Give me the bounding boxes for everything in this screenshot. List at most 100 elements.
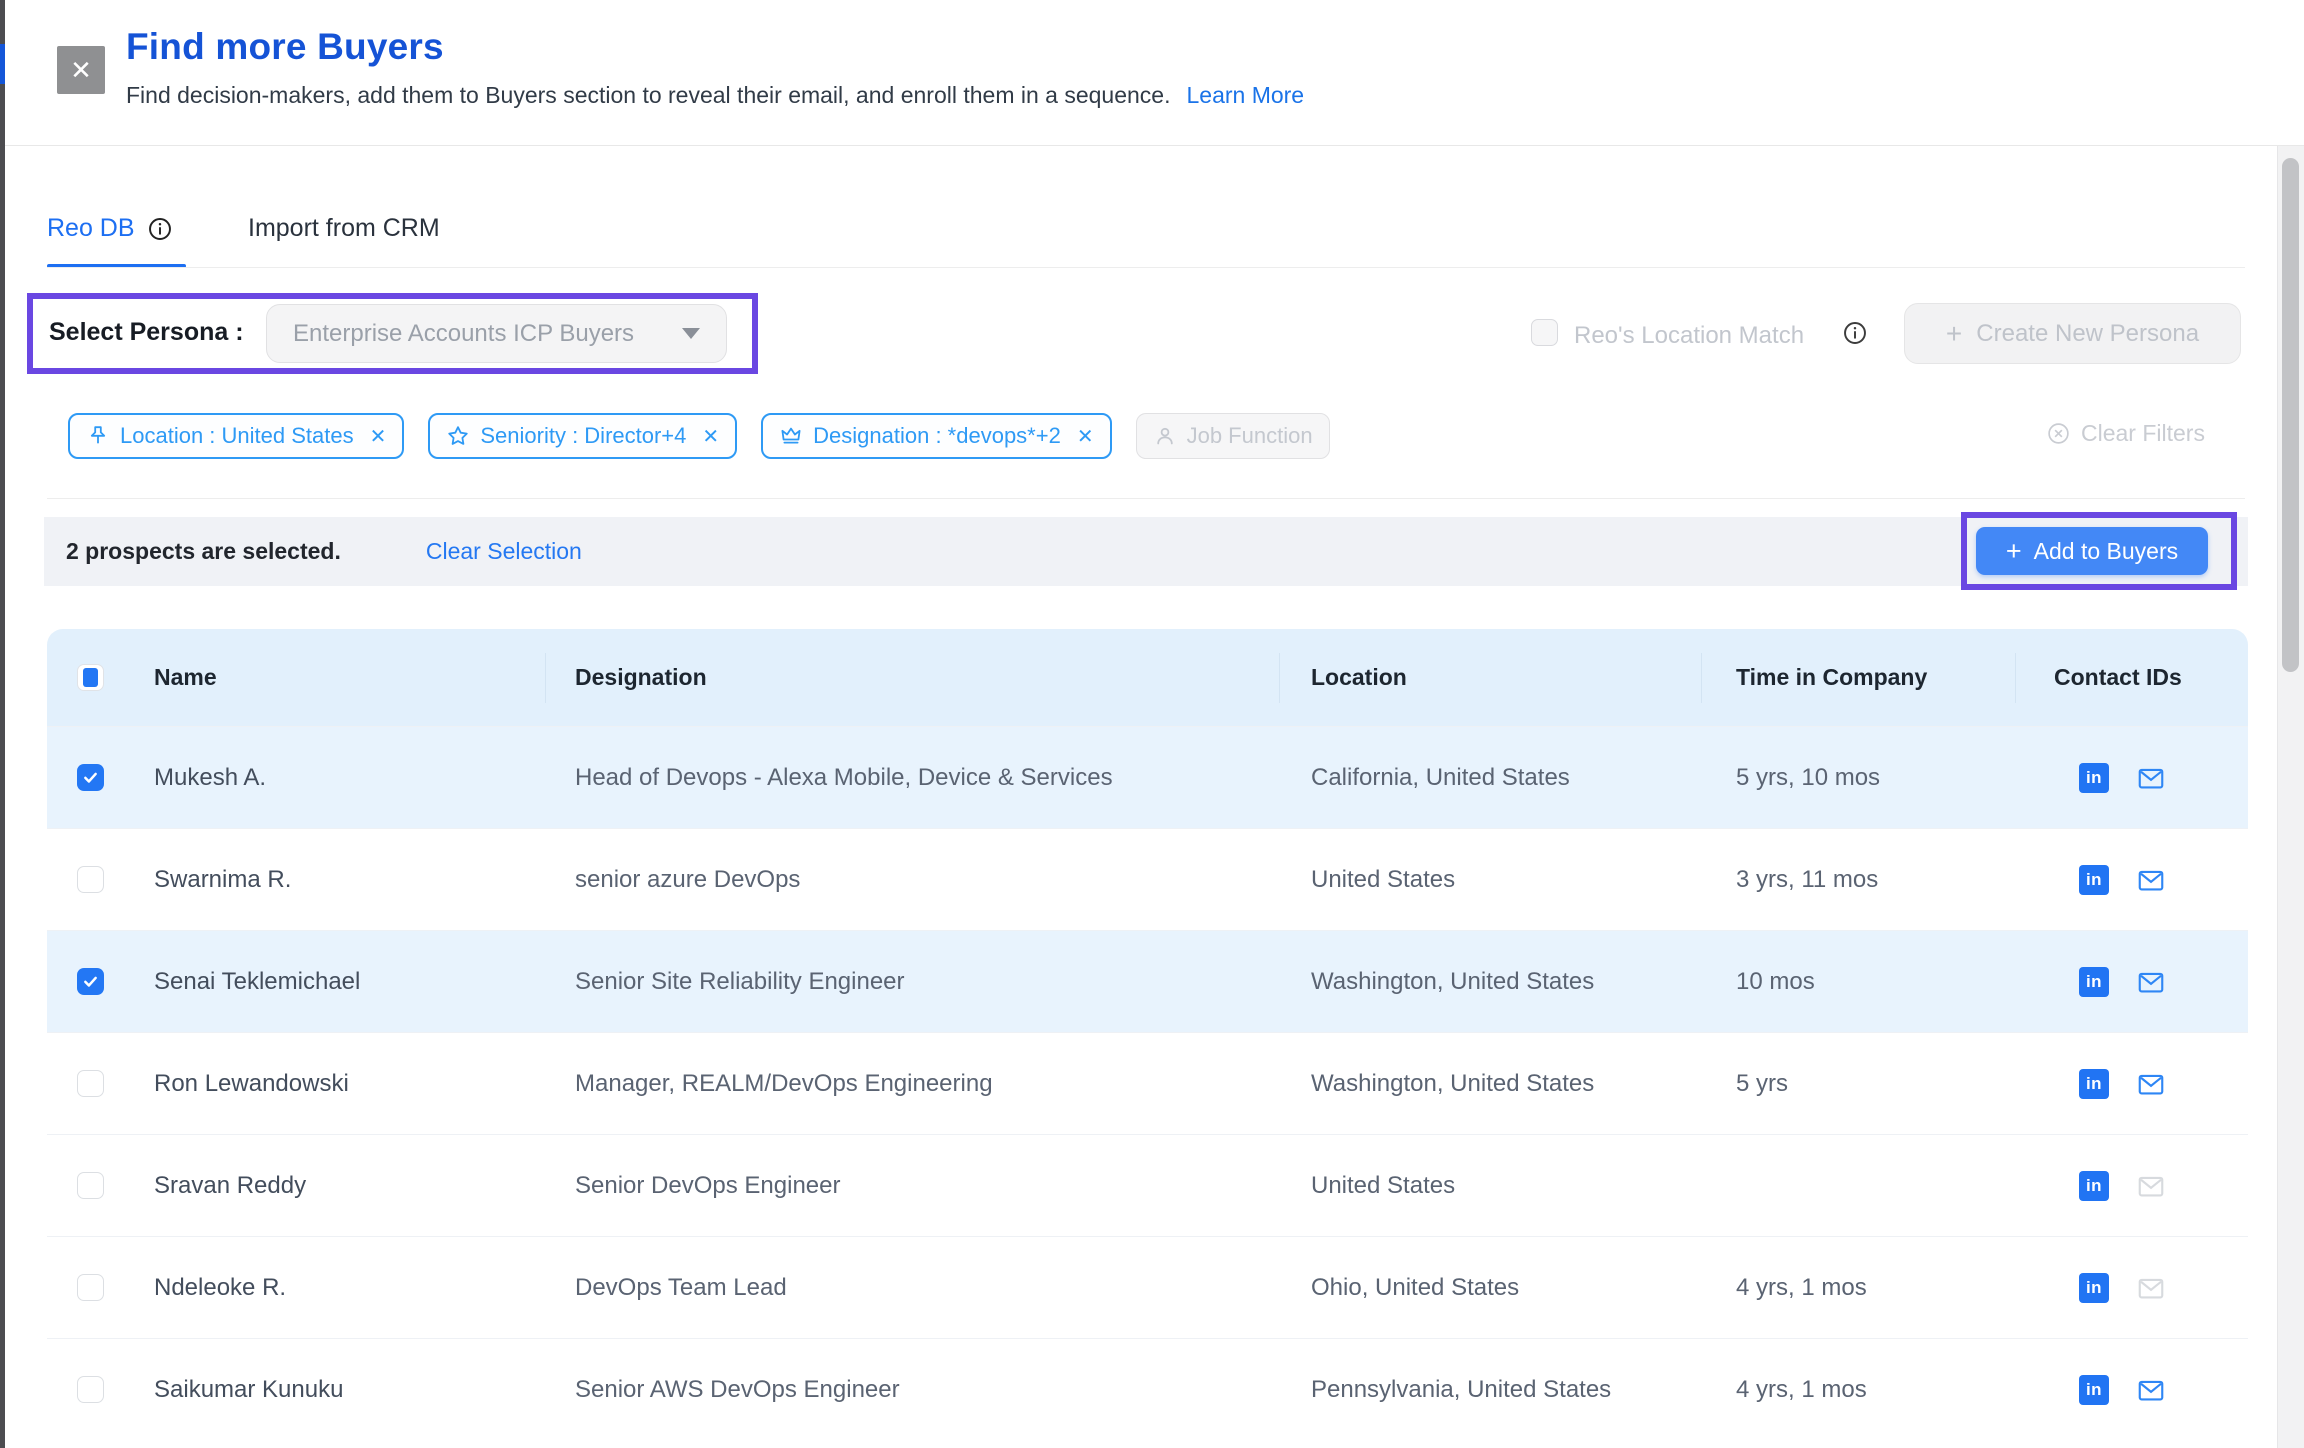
designation-cell: Manager, REALM/DevOps Engineering (575, 1033, 993, 1135)
vertical-scrollbar-thumb[interactable] (2282, 158, 2299, 672)
designation-cell: Head of Devops - Alexa Mobile, Device & … (575, 727, 1113, 829)
column-separator (2015, 653, 2016, 703)
location-cell: United States (1311, 1135, 1455, 1237)
column-header-contact-ids[interactable]: Contact IDs (2054, 629, 2182, 726)
designation-cell: Senior AWS DevOps Engineer (575, 1339, 900, 1441)
column-separator (1701, 653, 1702, 703)
designation-cell: DevOps Team Lead (575, 1237, 787, 1339)
row-checkbox[interactable] (77, 764, 104, 791)
filter-chip-label: Designation : *devops*+2 (813, 423, 1061, 449)
row-checkbox[interactable] (77, 968, 104, 995)
page-title: Find more Buyers (126, 26, 444, 68)
pin-icon (86, 424, 110, 448)
create-new-persona-label: Create New Persona (1976, 320, 2199, 348)
filter-chip[interactable]: Designation : *devops*+2 ✕ (761, 413, 1111, 459)
chevron-down-icon (682, 328, 700, 339)
filter-chip-label: Seniority : Director+4 (480, 423, 686, 449)
job-function-chip[interactable]: Job Function (1136, 413, 1330, 459)
name-cell: Swarnima R. (154, 829, 291, 931)
linkedin-icon[interactable]: in (2079, 865, 2109, 895)
modal-header: ✕ Find more Buyers Find decision-makers,… (5, 0, 2304, 146)
tabs-divider (47, 267, 2245, 268)
linkedin-icon[interactable]: in (2079, 1069, 2109, 1099)
time-in-company-cell: 5 yrs, 10 mos (1736, 727, 1880, 829)
table-row[interactable]: Swarnima R.senior azure DevOpsUnited Sta… (47, 828, 2248, 930)
linkedin-icon[interactable]: in (2079, 1375, 2109, 1405)
persona-dropdown-value: Enterprise Accounts ICP Buyers (293, 320, 634, 348)
location-cell: Washington, United States (1311, 931, 1594, 1033)
tab-reo-db[interactable]: Reo DB (47, 214, 173, 243)
location-cell: United States (1311, 829, 1455, 931)
info-icon[interactable] (1842, 320, 1868, 346)
time-in-company-cell: 3 yrs, 11 mos (1736, 829, 1878, 931)
table-row[interactable]: Mukesh A. Head of Devops - Alexa Mobile, … (47, 726, 2248, 828)
filter-chip[interactable]: Location : United States ✕ (68, 413, 404, 459)
filter-chip-label: Location : United States (120, 423, 354, 449)
add-to-buyers-label: Add to Buyers (2034, 538, 2178, 565)
column-separator (545, 653, 546, 703)
column-header-location[interactable]: Location (1311, 629, 1407, 726)
column-header-name[interactable]: Name (154, 629, 217, 726)
location-cell: Pennsylvania, United States (1311, 1339, 1611, 1441)
name-cell: Mukesh A. (154, 727, 266, 829)
select-all-checkbox[interactable] (77, 664, 104, 691)
clear-selection-link[interactable]: Clear Selection (426, 538, 582, 565)
info-icon[interactable] (147, 216, 173, 242)
designation-cell: Senior DevOps Engineer (575, 1135, 840, 1237)
table-row[interactable]: Ndeleoke R.DevOps Team LeadOhio, United … (47, 1236, 2248, 1338)
email-icon[interactable] (2136, 1069, 2166, 1099)
row-checkbox[interactable] (77, 866, 104, 893)
table-row[interactable]: Sravan Reddy Senior DevOps Engineer United… (47, 1134, 2248, 1236)
time-in-company-cell: 5 yrs (1736, 1033, 1788, 1135)
crown-icon (779, 424, 803, 448)
email-icon (2136, 1273, 2166, 1303)
indeterminate-mark (83, 668, 98, 687)
section-divider (47, 498, 2245, 499)
chip-remove-icon[interactable]: ✕ (702, 424, 719, 449)
learn-more-link[interactable]: Learn More (1186, 82, 1304, 109)
close-button[interactable]: ✕ (57, 46, 105, 94)
linkedin-icon[interactable]: in (2079, 967, 2109, 997)
row-checkbox[interactable] (77, 1376, 104, 1403)
name-cell: Sravan Reddy (154, 1135, 306, 1237)
column-header-designation[interactable]: Designation (575, 629, 707, 726)
location-match-label: Reo's Location Match (1574, 322, 1804, 350)
location-cell: Washington, United States (1311, 1033, 1594, 1135)
row-checkbox[interactable] (77, 1274, 104, 1301)
select-persona-label: Select Persona : (49, 318, 244, 347)
name-cell: Senai Teklemichael (154, 931, 360, 1033)
column-separator (1279, 653, 1280, 703)
email-icon[interactable] (2136, 967, 2166, 997)
row-checkbox[interactable] (77, 1172, 104, 1199)
tab-reo-db-label: Reo DB (47, 214, 135, 243)
add-to-buyers-button[interactable]: + Add to Buyers (1976, 527, 2208, 575)
email-icon (2136, 1171, 2166, 1201)
name-cell: Ndeleoke R. (154, 1237, 286, 1339)
linkedin-icon[interactable]: in (2079, 1171, 2109, 1201)
name-cell: Ron Lewandowski (154, 1033, 349, 1135)
clear-filters-label: Clear Filters (2081, 420, 2205, 447)
email-icon[interactable] (2136, 865, 2166, 895)
selection-bar: 2 prospects are selected. Clear Selectio… (44, 517, 2248, 586)
page-subtitle: Find decision-makers, add them to Buyers… (126, 82, 1170, 109)
email-icon[interactable] (2136, 1375, 2166, 1405)
row-checkbox[interactable] (77, 1070, 104, 1097)
location-match-checkbox[interactable] (1531, 319, 1558, 346)
column-header-time-in-company[interactable]: Time in Company (1736, 629, 1927, 726)
chip-remove-icon[interactable]: ✕ (370, 424, 387, 449)
plus-icon: + (2006, 538, 2022, 565)
table-row[interactable]: Senai TeklemichaelSenior Site Reliabilit… (47, 930, 2248, 1032)
table-row[interactable]: Ron Lewandowski Manager, REALM/DevOps Eng… (47, 1032, 2248, 1134)
table-body: Mukesh A. Head of Devops - Alexa Mobile, … (47, 726, 2248, 1440)
email-icon[interactable] (2136, 763, 2166, 793)
persona-dropdown[interactable]: Enterprise Accounts ICP Buyers (266, 304, 727, 363)
linkedin-icon[interactable]: in (2079, 763, 2109, 793)
job-function-chip-label: Job Function (1187, 423, 1313, 449)
chip-remove-icon[interactable]: ✕ (1077, 424, 1094, 449)
clear-filters-button[interactable]: Clear Filters (2046, 420, 2205, 447)
linkedin-icon[interactable]: in (2079, 1273, 2109, 1303)
create-new-persona-button[interactable]: + Create New Persona (1904, 303, 2241, 364)
table-row[interactable]: Saikumar KunukuSenior AWS DevOps Enginee… (47, 1338, 2248, 1440)
filter-chip[interactable]: Seniority : Director+4 ✕ (428, 413, 737, 459)
tab-import-from-crm[interactable]: Import from CRM (248, 214, 440, 243)
